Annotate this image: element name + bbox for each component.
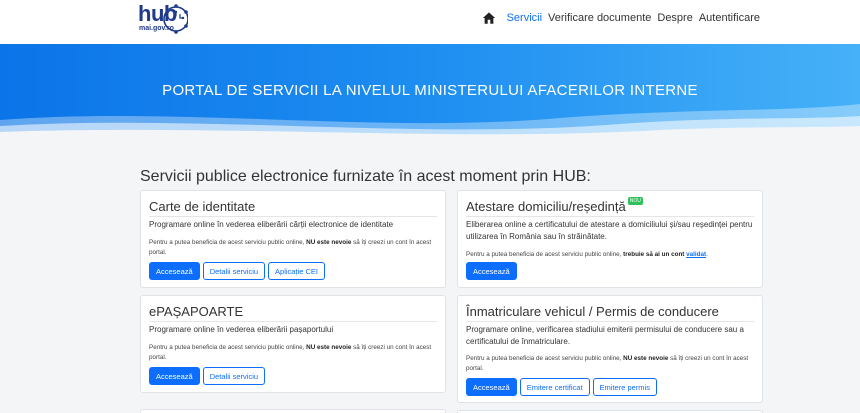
- divider: [466, 216, 754, 217]
- divider: [149, 216, 437, 217]
- nav-link-servicii[interactable]: Servicii: [507, 11, 542, 25]
- card-title-text: Atestare domiciliu/reședință: [466, 199, 626, 214]
- service-details-button[interactable]: Detalii serviciu: [202, 367, 266, 385]
- note-bold: NU este nevoie: [306, 239, 352, 246]
- certificate-issue-button[interactable]: Emitere certificat: [519, 378, 590, 396]
- section-title: Servicii publice electronice furnizate î…: [140, 168, 591, 185]
- nav-link-despre[interactable]: Despre: [657, 11, 692, 25]
- note-text: Pentru a putea beneficia de acest servic…: [466, 251, 624, 258]
- button-row: Accesează Emitere certificat Emitere per…: [466, 378, 657, 396]
- service-card-atestare-domiciliu: Atestare domiciliu/reședință NOU Eliberar…: [457, 190, 763, 288]
- main-nav: Servicii Verificare documente Despre Aut…: [482, 11, 760, 25]
- note-text: Pentru a putea beneficia de acest servic…: [149, 239, 307, 246]
- divider: [149, 321, 437, 322]
- service-card-inmatriculare-vehicul: Înmatriculare vehicul / Permis de conduc…: [457, 295, 763, 403]
- card-description: Eliberarea online a certificatului de at…: [466, 220, 753, 241]
- note-text: Pentru a putea beneficia de acest servic…: [466, 355, 624, 362]
- card-note: Pentru a putea beneficia de acest servic…: [149, 238, 437, 258]
- button-row: Accesează Detalii serviciu Aplicație CEI: [149, 262, 325, 280]
- hero-banner: PORTAL DE SERVICII LA NIVELUL MINISTERUL…: [0, 44, 860, 138]
- card-description: Programare online în vederea eliberării …: [149, 220, 394, 229]
- note-text-end: .: [706, 251, 708, 258]
- note-bold: NU este nevoie: [306, 344, 352, 351]
- service-details-button[interactable]: Detalii serviciu: [202, 262, 266, 280]
- button-row: Accesează: [466, 262, 517, 280]
- nav-link-verificare-documente[interactable]: Verificare documente: [548, 11, 651, 25]
- note-bold: trebuie să ai un cont: [623, 251, 687, 258]
- access-button[interactable]: Accesează: [466, 378, 517, 396]
- service-card-partial-left: [140, 409, 446, 413]
- cei-app-button[interactable]: Aplicație CEI: [268, 262, 325, 280]
- card-note: Pentru a putea beneficia de acest servic…: [466, 354, 754, 374]
- permit-issue-button[interactable]: Emitere permis: [592, 378, 657, 396]
- note-bold: NU este nevoie: [623, 355, 669, 362]
- nav-link-autentificare[interactable]: Autentificare: [699, 11, 760, 25]
- card-description: Programare online, verificarea stadiului…: [466, 325, 744, 346]
- hero-waves: [0, 104, 860, 138]
- hero-title: PORTAL DE SERVICII LA NIVELUL MINISTERUL…: [162, 82, 698, 99]
- card-note: Pentru a putea beneficia de acest servic…: [466, 250, 754, 260]
- card-title: Atestare domiciliu/reședință NOU: [466, 197, 643, 214]
- validated-account-link[interactable]: validat: [686, 251, 706, 258]
- access-button[interactable]: Accesează: [149, 262, 200, 280]
- home-icon[interactable]: [482, 11, 496, 25]
- card-note: Pentru a putea beneficia de acest servic…: [149, 343, 437, 363]
- circuit-icon: [163, 4, 188, 34]
- card-description: Programare online în vederea eliberării …: [149, 325, 334, 334]
- card-title: ePAȘAPOARTE: [149, 304, 244, 319]
- hub-logo[interactable]: hub mai.gov.ro: [138, 2, 188, 40]
- new-badge: NOU: [627, 197, 643, 205]
- navbar: hub mai.gov.ro Servicii Verificare docum…: [0, 0, 860, 44]
- card-title: Înmatriculare vehicul / Permis de conduc…: [466, 304, 719, 319]
- card-title: Carte de identitate: [149, 199, 256, 214]
- service-card-epasapoarte: ePAȘAPOARTE Programare online în vederea…: [140, 295, 446, 393]
- access-button[interactable]: Accesează: [149, 367, 200, 385]
- divider: [466, 321, 754, 322]
- button-row: Accesează Detalii serviciu: [149, 367, 266, 385]
- service-card-carte-identitate: Carte de identitate Programare online în…: [140, 190, 446, 288]
- access-button[interactable]: Accesează: [466, 262, 517, 280]
- note-text: Pentru a putea beneficia de acest servic…: [149, 344, 307, 351]
